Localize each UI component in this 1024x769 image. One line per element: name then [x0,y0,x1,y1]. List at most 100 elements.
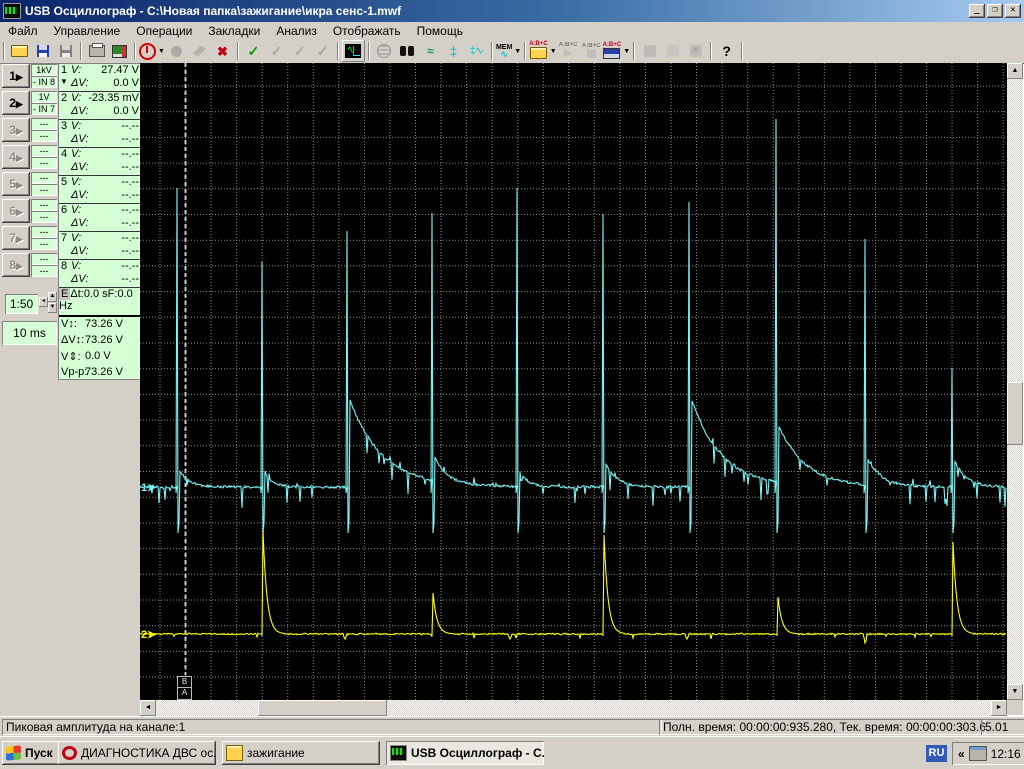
channel-1-input[interactable]: - IN 8 [31,76,57,88]
horizontal-scroll-thumb[interactable] [258,700,387,716]
scroll-left-button[interactable]: ◄ [140,700,156,716]
menu-item-4[interactable]: Закладки [200,23,268,39]
task-button-2[interactable]: зажигание [222,741,380,765]
channel-6-range[interactable]: --- [31,199,57,211]
dropdown-arrow-icon[interactable]: ▼ [623,48,630,55]
ab-open-button[interactable]: A:B+C▼ [529,40,556,62]
trigger-marker-icon[interactable]: ▼ [60,77,68,86]
dropdown-arrow-icon[interactable]: ▼ [514,48,521,55]
divider-down-button[interactable]: ▼ [48,303,57,313]
dv-label: ΔV: [71,77,89,89]
measure-ch-number: 8 [61,260,67,272]
menu-item-7[interactable]: Помощь [409,23,471,39]
floppy-gray-icon [60,45,72,57]
menu-item-6[interactable]: Отображать [325,23,409,39]
channel-1-button[interactable]: 1▶ [2,64,30,88]
language-indicator[interactable]: RU [926,745,947,762]
zoom-globe-button [373,40,396,62]
scroll-up-button[interactable]: ▲ [1007,63,1023,79]
cursor-a-label[interactable]: A [177,687,192,700]
open-button[interactable] [8,40,31,62]
menu-item-1[interactable]: Файл [0,23,46,39]
search-button[interactable] [396,40,419,62]
network-monitor-icon[interactable] [969,746,987,761]
ab-stop-icon [587,49,596,58]
channel-2-input[interactable]: - IN 7 [31,103,57,115]
scroll-right-button[interactable]: ► [991,700,1007,716]
channel-7-range[interactable]: --- [31,226,57,238]
menu-item-2[interactable]: Управление [46,23,129,39]
channel-5-button[interactable]: 5▶ [2,172,30,196]
channel-6-button[interactable]: 6▶ [2,199,30,223]
channel-3-button[interactable]: 3▶ [2,118,30,142]
status-message: Пиковая амплитуда на канале:1 [2,719,662,735]
channel-8-button[interactable]: 8▶ [2,253,30,277]
channel2-marker[interactable]: 2➤ [141,628,156,641]
dt-value: 0.0 s [84,288,108,300]
channel-4-range[interactable]: --- [31,145,57,157]
close-button[interactable]: ✕ [1005,4,1021,18]
dv-label: ΔV: [71,105,89,117]
dv-value: --.-- [121,245,139,257]
scroll-down-button[interactable]: ▼ [1007,684,1023,700]
channel-1-range[interactable]: 1kV [31,64,57,76]
export-image-button[interactable] [108,40,131,62]
channel-2-button[interactable]: 2▶ [2,91,30,115]
tray-chevron[interactable]: « [958,747,965,761]
printer-icon [89,45,105,57]
save-button[interactable] [31,40,54,62]
memory-button[interactable]: MEM∿▼ [496,40,521,62]
channel-6-input[interactable]: --- [31,211,57,223]
measure-ch-number: 1 [61,64,67,76]
help-icon: ? [722,43,731,59]
toolbar-separator [491,42,493,60]
task-button-3[interactable]: USB Осциллограф - C... [386,741,544,765]
channel-3-range[interactable]: --- [31,118,57,130]
channel-8-range[interactable]: --- [31,253,57,265]
channel-5-input[interactable]: --- [31,184,57,196]
ab-panel-button[interactable]: A:B+C▼ [603,40,630,62]
measure-ch-number: 3 [61,120,67,132]
restore-button[interactable]: ❐ [987,4,1003,18]
dropdown-arrow-icon[interactable]: ▼ [550,48,557,55]
menu-item-5[interactable]: Анализ [268,23,325,39]
start-stop-button[interactable]: ▼ [139,40,165,62]
channel-row-5: 5▶------ [0,171,58,198]
waveform-svg [140,63,1007,700]
apply-check-button[interactable]: ✓ [242,40,265,62]
delete-button[interactable]: ✖ [211,40,234,62]
display-mode-button[interactable] [342,40,365,62]
dropdown-arrow-icon[interactable]: ▼ [158,48,165,55]
start-button[interactable]: Пуск [2,741,62,765]
markers-button[interactable]: ‡ [442,40,465,62]
status-version: 5.01 [981,719,1024,735]
vertical-scroll-thumb[interactable] [1007,382,1023,445]
timebase-value[interactable]: 10 ms [2,321,57,345]
task-button-1[interactable]: ДИАГНОСТИКА ДВС ос... [58,741,216,765]
print-button[interactable] [85,40,108,62]
channel-5-range[interactable]: --- [31,172,57,184]
channel-8-input[interactable]: --- [31,265,57,277]
menu-item-3[interactable]: Операции [128,23,200,39]
clock[interactable]: 12:16 [991,747,1021,761]
v-value: --.-- [121,204,139,216]
channel-2-range[interactable]: 1V [31,91,57,103]
divider-value[interactable]: 1:50 [5,294,38,314]
v-value: -23.35 mV [88,92,139,104]
marker-wave-button[interactable]: ‡∿ [465,40,488,62]
channel-4-input[interactable]: --- [31,157,57,169]
fit-waveform-button[interactable]: ≈ [419,40,442,62]
oscilloscope-screen[interactable]: 1➤ 2➤ B A [140,63,1007,700]
channel-3-input[interactable]: --- [31,130,57,142]
divider-up-button[interactable]: ▲ [48,292,57,302]
divider-left-button[interactable]: ◂ [39,297,48,307]
help-button[interactable]: ? [715,40,738,62]
channel-7-button[interactable]: 7▶ [2,226,30,250]
title-bar[interactable]: USB Осциллограф - C:\Новая папка\зажиган… [0,0,1024,22]
channel-7-input[interactable]: --- [31,238,57,250]
minimize-button[interactable]: _ [969,4,985,18]
channel-4-button[interactable]: 4▶ [2,145,30,169]
channel1-marker[interactable]: 1➤ [141,481,156,494]
cursor-measure-row: ΔV↕:73.26 V [59,333,141,349]
select-rect-button [638,40,661,62]
